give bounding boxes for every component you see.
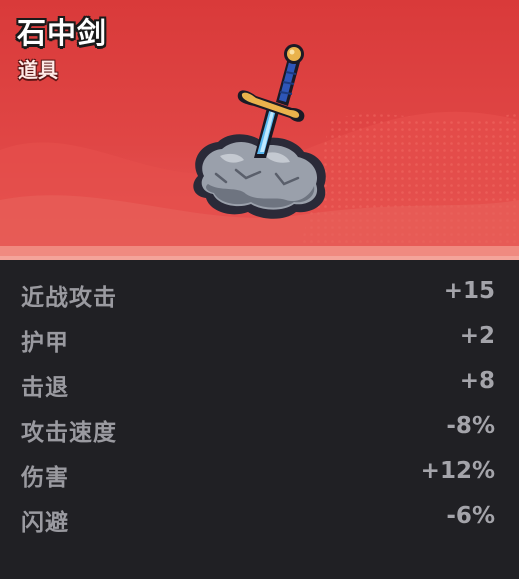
stat-value: -8% [446,413,495,439]
sword-in-stone-icon [193,44,326,219]
stat-label: 攻击速度 [21,420,117,446]
stat-label: 护甲 [21,330,69,356]
stat-label: 闪避 [21,510,69,536]
item-name: 石中剑 [17,16,108,50]
stat-row-attack-speed: 攻击速度 -8% [0,403,519,448]
stat-label: 击退 [21,375,69,401]
header-divider-light [0,256,519,260]
stat-row-armor: 护甲 +2 [0,313,519,358]
stat-row-dodge: 闪避 -6% [0,493,519,538]
stat-value: -6% [446,503,495,529]
item-header: 石中剑 道具 [0,0,519,260]
stat-row-knockback: 击退 +8 [0,358,519,403]
stat-label: 近战攻击 [21,285,117,311]
stat-value: +12% [420,458,495,484]
stat-label: 伤害 [21,465,69,491]
item-card: 石中剑 道具 近战攻击 +15 护甲 +2 击退 +8 攻击速度 -8% 伤害 … [0,0,519,579]
stats-list: 近战攻击 +15 护甲 +2 击退 +8 攻击速度 -8% 伤害 +12% 闪避… [0,268,519,538]
stat-value: +15 [443,278,495,304]
stat-value: +2 [459,323,495,349]
item-type: 道具 [18,58,58,82]
stat-value: +8 [459,368,495,394]
stat-row-damage: 伤害 +12% [0,448,519,493]
stat-row-melee-attack: 近战攻击 +15 [0,268,519,313]
